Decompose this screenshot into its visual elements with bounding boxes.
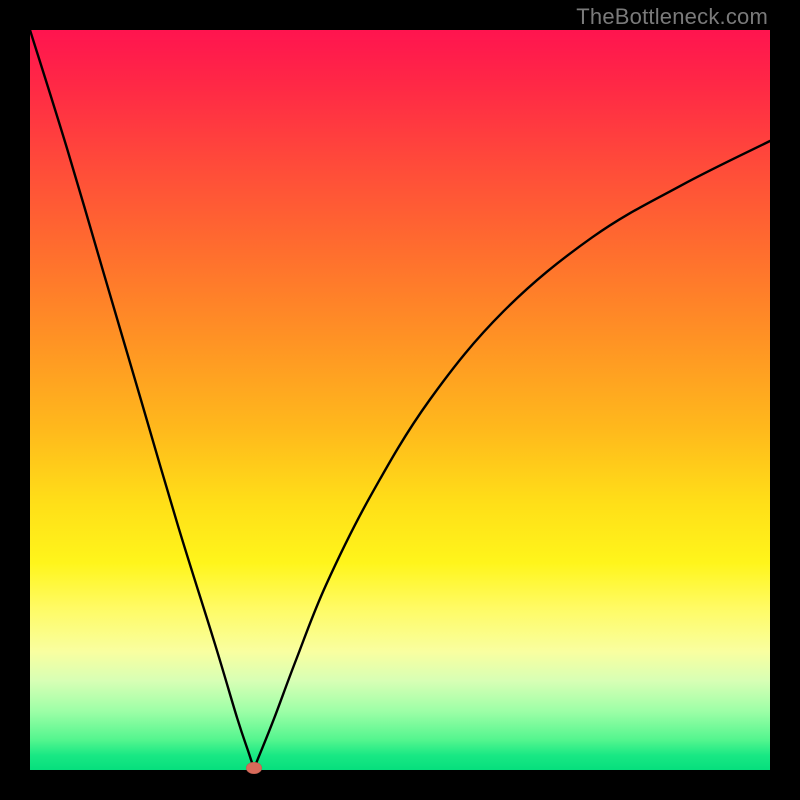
plot-area	[30, 30, 770, 770]
bottleneck-curve	[30, 30, 770, 770]
minimum-marker	[246, 762, 262, 774]
attribution-label: TheBottleneck.com	[576, 4, 768, 30]
chart-container: TheBottleneck.com	[0, 0, 800, 800]
